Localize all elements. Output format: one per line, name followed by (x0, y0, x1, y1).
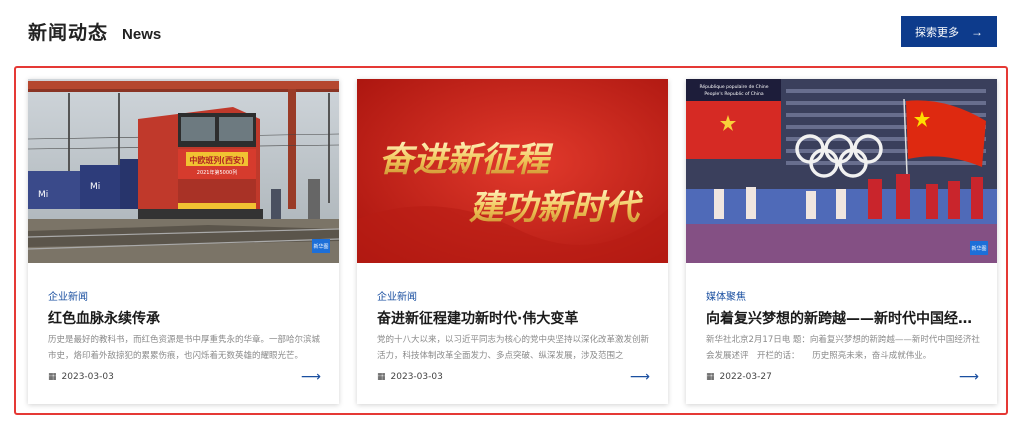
arrow-right-icon: → (971, 24, 983, 39)
news-category: 媒体聚焦 (706, 292, 746, 303)
news-date: 2022-03-27 (719, 372, 772, 382)
news-date: 2023-03-03 (390, 372, 443, 382)
news-date-row: ▦ 2022-03-27 (706, 372, 772, 382)
news-image-train: Mi Mi 中欧班列(西安) 2021年第5000列 新华图 (28, 79, 339, 263)
news-date: 2023-03-03 (61, 372, 114, 382)
section-title-cn: 新闻动态 (28, 22, 109, 44)
explore-more-label: 探索更多 (915, 26, 959, 39)
svg-text:中欧班列(西安): 中欧班列(西安) (189, 155, 244, 165)
news-summary: 新华社北京2月17日电 题：向着复兴梦想的新跨越——新时代中国经济社会发展述评 … (706, 335, 980, 361)
explore-more-button[interactable]: 探索更多 → (901, 16, 997, 47)
svg-text:2021年第5000列: 2021年第5000列 (197, 169, 237, 176)
news-image-olympic: République populaire de Chine People's R… (686, 79, 997, 263)
xinhua-badge: 新华图 (970, 241, 988, 255)
news-date-row: ▦ 2023-03-03 (48, 372, 114, 382)
news-card[interactable]: Mi Mi 中欧班列(西安) 2021年第5000列 新华图 企业新闻 红色血脉… (28, 79, 339, 404)
news-title[interactable]: 奋进新征程建功新时代·伟大变革 (377, 308, 652, 328)
calendar-icon: ▦ (706, 372, 715, 382)
section-header: 新闻动态 News (28, 18, 161, 48)
svg-text:Mi: Mi (90, 182, 100, 192)
news-card[interactable]: 奋进新征程 建功新时代 企业新闻 奋进新征程建功新时代·伟大变革 党的十八大以来… (357, 79, 668, 404)
svg-text:奋进新征程: 奋进新征程 (379, 140, 554, 180)
news-title[interactable]: 向着复兴梦想的新跨越——新时代中国经济社会发展述评 (706, 308, 981, 328)
news-category: 企业新闻 (377, 292, 417, 303)
arrow-right-icon[interactable]: ⟶ (301, 369, 321, 385)
calendar-icon: ▦ (377, 372, 386, 382)
news-category: 企业新闻 (48, 292, 88, 303)
arrow-right-icon[interactable]: ⟶ (959, 369, 979, 385)
news-summary: 历史是最好的教科书，而红色资源是书中厚重隽永的华章。一部哈尔滨城市史，烙印着外敌… (48, 335, 321, 361)
svg-text:建功新时代: 建功新时代 (469, 188, 644, 228)
calendar-icon: ▦ (48, 372, 57, 382)
svg-text:Mi: Mi (38, 190, 48, 200)
xinhua-badge: 新华图 (312, 239, 330, 253)
news-summary: 党的十八大以来，以习近平同志为核心的党中央坚持以深化改革激发创新活力，科技体制改… (377, 335, 650, 361)
arrow-right-icon[interactable]: ⟶ (630, 369, 650, 385)
section-title-en: News (122, 26, 162, 43)
news-title[interactable]: 红色血脉永续传承 (48, 308, 323, 328)
svg-text:People's Republic of China: People's Republic of China (704, 91, 763, 97)
news-card[interactable]: République populaire de Chine People's R… (686, 79, 997, 404)
svg-text:République populaire de Chine: République populaire de Chine (699, 83, 768, 90)
news-image-slogan: 奋进新征程 建功新时代 (357, 79, 668, 263)
news-date-row: ▦ 2023-03-03 (377, 372, 443, 382)
